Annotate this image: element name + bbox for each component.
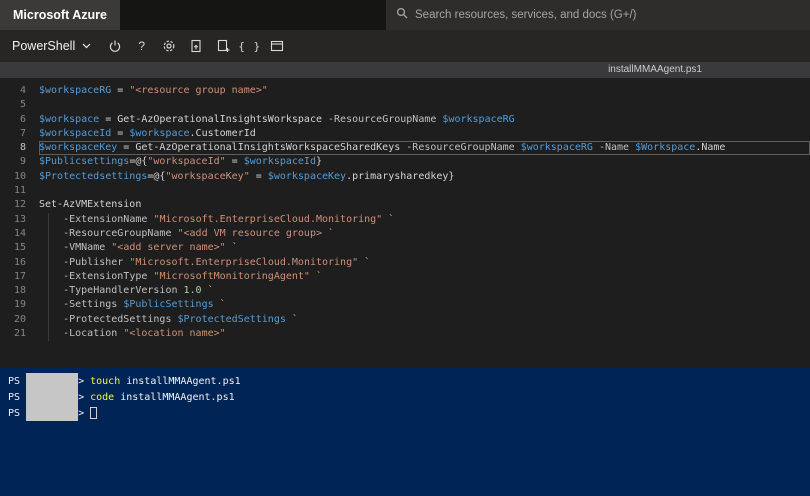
line-number: 6: [19, 113, 26, 125]
terminal-line: PS >: [8, 405, 810, 421]
code-line[interactable]: 21 -Location "<location name>": [0, 327, 810, 341]
code-line[interactable]: 10 $Protectedsettings=@{"workspaceKey" = …: [0, 170, 810, 184]
code-line[interactable]: 13 -ExtensionName "Microsoft.EnterpriseC…: [0, 213, 810, 227]
code-text: -Publisher "Microsoft.EnterpriseCloud.Mo…: [63, 256, 371, 268]
line-number: 9: [19, 156, 26, 168]
line-number: 19: [13, 299, 26, 311]
line-number: 21: [13, 328, 26, 340]
line-number: 4: [19, 85, 26, 96]
code-text: $workspaceKey = Get-AzOperationalInsight…: [39, 141, 810, 156]
code-line[interactable]: 19 -Settings $PublicSettings `: [0, 298, 810, 312]
prompt-char: >: [78, 375, 91, 387]
code-text: $Protectedsettings=@{"workspaceKey" = $w…: [39, 170, 455, 182]
line-number: 11: [13, 185, 26, 197]
terminal-command: touch: [90, 375, 121, 387]
code-text: -ResourceGroupName "<add VM resource gro…: [63, 227, 335, 239]
line-number: 5: [19, 99, 26, 111]
code-area: 4 $workspaceRG = "<resource group name>" 5…: [0, 84, 810, 341]
shell-selector[interactable]: PowerShell: [10, 30, 101, 62]
code-line[interactable]: 17 -ExtensionType "MicrosoftMonitoringAg…: [0, 270, 810, 284]
help-icon[interactable]: ?: [128, 30, 155, 62]
line-number: 7: [19, 127, 26, 139]
code-text: -ProtectedSettings $ProtectedSettings `: [63, 313, 298, 325]
indent-guide: [48, 213, 49, 341]
toolbar-icons: ? { }: [101, 30, 290, 62]
line-number: 14: [13, 227, 26, 239]
code-line[interactable]: 11: [0, 184, 810, 198]
redacted-path: [26, 405, 79, 421]
code-line[interactable]: 9 $Publicsettings=@{"workspaceId" = $work…: [0, 155, 810, 169]
redacted-path: [26, 389, 79, 405]
code-text: $workspaceRG = "<resource group name>": [39, 85, 268, 96]
terminal-argument: installMMAAgent.ps1: [120, 375, 241, 387]
prompt-char: >: [78, 407, 91, 419]
terminal[interactable]: PS > touch installMMAAgent.ps1 PS > code …: [0, 368, 810, 496]
code-text: -Settings $PublicSettings `: [63, 299, 226, 311]
open-editor-icon[interactable]: { }: [236, 30, 263, 62]
code-line[interactable]: 15 -VMName "<add server name>" `: [0, 241, 810, 255]
line-number: 10: [13, 170, 26, 182]
code-line[interactable]: 18 -TypeHandlerVersion 1.0 `: [0, 284, 810, 298]
code-line[interactable]: 8 $workspaceKey = Get-AzOperationalInsigh…: [0, 141, 810, 156]
terminal-prompt: PS: [8, 391, 27, 403]
code-line[interactable]: 16 -Publisher "Microsoft.EnterpriseCloud…: [0, 256, 810, 270]
search-icon: [396, 6, 408, 24]
terminal-argument: installMMAAgent.ps1: [114, 391, 235, 403]
line-number: 8: [19, 142, 26, 154]
redacted-path: [26, 373, 79, 389]
code-line[interactable]: 20 -ProtectedSettings $ProtectedSettings…: [0, 313, 810, 327]
code-line[interactable]: 12 Set-AzVMExtension: [0, 198, 810, 212]
code-line[interactable]: 5: [0, 98, 810, 112]
code-text: $workspace = Get-AzOperationalInsightsWo…: [39, 113, 515, 125]
web-preview-icon[interactable]: [263, 30, 290, 62]
editor-filename[interactable]: installMMAAgent.ps1: [608, 64, 702, 75]
terminal-cursor: [90, 407, 98, 419]
editor-tabstrip: installMMAAgent.ps1: [0, 62, 810, 78]
terminal-prompt: PS: [8, 407, 27, 419]
line-number: 17: [13, 270, 26, 282]
terminal-line: PS > touch installMMAAgent.ps1: [8, 373, 810, 389]
terminal-command: code: [90, 391, 115, 403]
code-text: -ExtensionType "MicrosoftMonitoringAgent…: [63, 270, 323, 282]
power-icon[interactable]: [101, 30, 128, 62]
search-placeholder: Search resources, services, and docs (G+…: [415, 9, 637, 21]
code-text: -ExtensionName "Microsoft.EnterpriseClou…: [63, 213, 395, 225]
code-text: $Publicsettings=@{"workspaceId" = $works…: [39, 156, 322, 168]
shell-selector-label: PowerShell: [12, 39, 76, 53]
code-text: -Location "<location name>": [63, 328, 226, 340]
line-number: 20: [13, 313, 26, 325]
terminal-prompt: PS: [8, 375, 27, 387]
chevron-down-icon: [82, 43, 91, 49]
line-number: 13: [13, 213, 26, 225]
global-search[interactable]: Search resources, services, and docs (G+…: [386, 0, 810, 30]
azure-brand[interactable]: Microsoft Azure: [0, 0, 120, 30]
code-text: -TypeHandlerVersion 1.0 `: [63, 285, 214, 297]
code-text: $workspaceId = $workspace.CustomerId: [39, 127, 256, 139]
terminal-lines: PS > touch installMMAAgent.ps1 PS > code …: [8, 373, 810, 421]
terminal-line: PS > code installMMAAgent.ps1: [8, 389, 810, 405]
azure-topbar: Microsoft Azure Search resources, servic…: [0, 0, 810, 30]
code-line[interactable]: 14 -ResourceGroupName "<add VM resource …: [0, 227, 810, 241]
line-number: 12: [13, 199, 26, 211]
code-text: Set-AzVMExtension: [39, 199, 142, 211]
code-line[interactable]: 4 $workspaceRG = "<resource group name>": [0, 84, 810, 98]
code-editor[interactable]: 4 $workspaceRG = "<resource group name>" 5…: [0, 78, 810, 368]
new-session-icon[interactable]: [209, 30, 236, 62]
code-line[interactable]: 7 $workspaceId = $workspace.CustomerId: [0, 127, 810, 141]
code-text: -VMName "<add server name>" `: [63, 242, 238, 254]
line-number: 15: [13, 242, 26, 254]
line-number: 16: [13, 256, 26, 268]
settings-icon[interactable]: [155, 30, 182, 62]
line-number: 18: [13, 285, 26, 297]
cloudshell-toolbar: PowerShell ? {}: [0, 30, 810, 62]
upload-download-icon[interactable]: [182, 30, 209, 62]
prompt-char: >: [78, 391, 91, 403]
code-line[interactable]: 6 $workspace = Get-AzOperationalInsightsW…: [0, 113, 810, 127]
